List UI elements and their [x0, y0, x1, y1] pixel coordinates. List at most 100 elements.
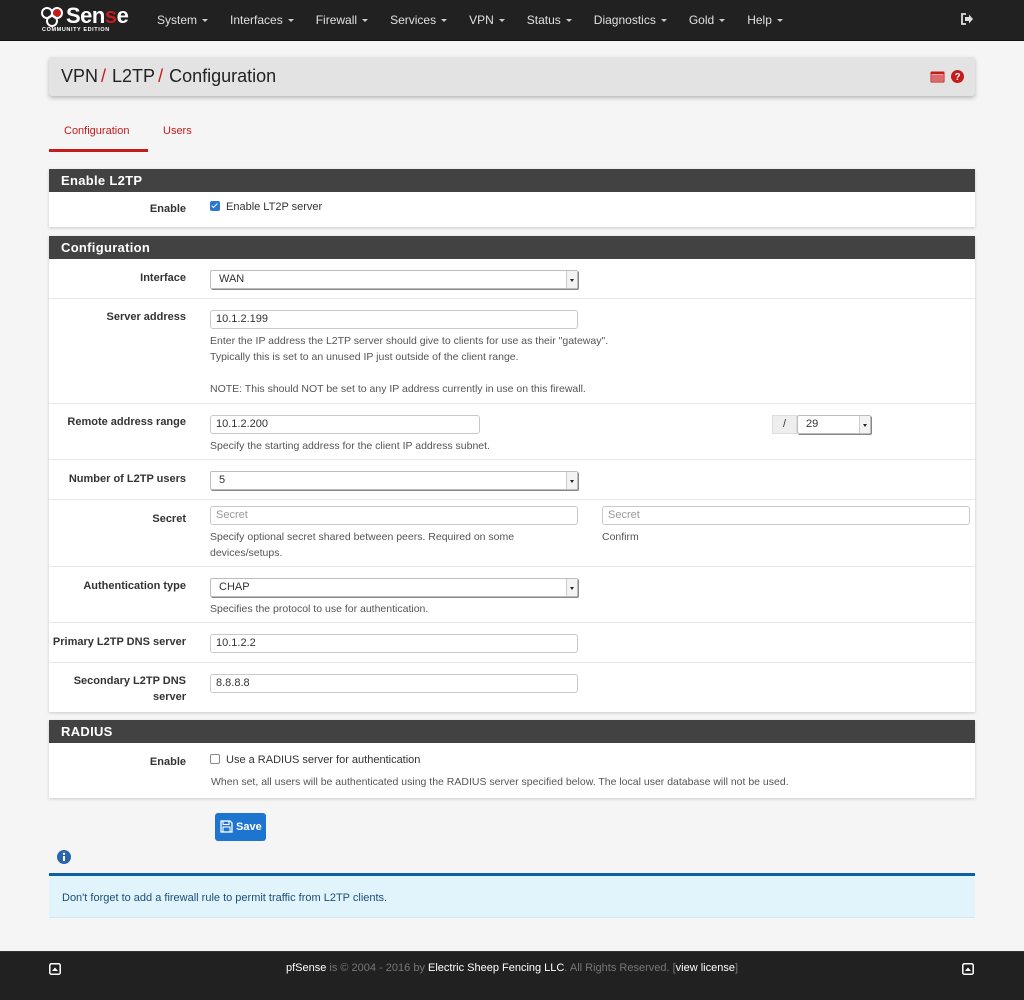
enable-l2tp-checkbox[interactable]: [210, 201, 220, 211]
select-value: 29: [806, 418, 819, 430]
form-row-num-users: Number of L2TP users 5: [49, 460, 975, 500]
panel-heading: RADIUS: [49, 720, 975, 743]
field-label: Number of L2TP users: [68, 473, 186, 485]
breadcrumb-current: Configuration: [169, 66, 277, 86]
logo-rings-icon: [41, 7, 63, 27]
interface-select[interactable]: WAN: [210, 270, 578, 289]
form-row-radius-enable: Enable Use a RADIUS server for authentic…: [49, 743, 975, 798]
enable-l2tp-panel: Enable L2TP Enable Enable LT2P server: [49, 169, 975, 227]
nav-help[interactable]: Help: [736, 0, 794, 40]
save-button[interactable]: Save: [215, 813, 266, 841]
remote-address-input[interactable]: 10.1.2.200: [210, 415, 480, 434]
select-value: WAN: [219, 273, 245, 285]
info-toggle[interactable]: [57, 850, 71, 867]
view-license-link[interactable]: view license: [676, 962, 735, 974]
nav-interfaces[interactable]: Interfaces: [219, 0, 305, 40]
breadcrumb-vpn[interactable]: VPN: [61, 66, 98, 86]
breadcrumb-separator: /: [101, 66, 107, 86]
configuration-panel: Configuration Interface WAN Server addre…: [49, 236, 975, 712]
nav-gold[interactable]: Gold: [678, 0, 736, 40]
field-label: Enable: [149, 203, 186, 215]
pfsense-logo[interactable]: Sense COMMUNITY EDITION: [40, 3, 132, 37]
help-text: devices/setups.: [210, 547, 283, 559]
form-row-server-address: Server address 10.1.2.199 Enter the IP a…: [49, 299, 975, 404]
main-menu: System Interfaces Firewall Services VPN …: [146, 0, 794, 40]
caret-down-icon: [776, 19, 783, 23]
tab-users[interactable]: Users: [148, 118, 207, 152]
help-text: Specifies the protocol to use for authen…: [210, 603, 429, 615]
radius-enable-checkbox[interactable]: [210, 754, 220, 764]
subnet-mask-select[interactable]: 29: [797, 415, 871, 434]
sign-out-icon: [961, 13, 973, 25]
label-line: Secondary L2TP DNS: [73, 675, 186, 687]
subnet-slash-addon: /: [772, 415, 797, 434]
nav-label: Help: [747, 13, 772, 27]
checkbox-label[interactable]: Enable LT2P server: [226, 201, 322, 213]
form-row-dns-primary: Primary L2TP DNS server 10.1.2.2: [49, 623, 975, 663]
form-row-auth-type: Authentication type CHAP Specifies the p…: [49, 567, 975, 623]
nav-status[interactable]: Status: [516, 0, 583, 40]
tab-configuration[interactable]: Configuration: [49, 118, 148, 152]
nav-vpn[interactable]: VPN: [458, 0, 516, 40]
label-line: server: [152, 691, 186, 703]
caret-down-icon: [287, 19, 294, 23]
nav-firewall[interactable]: Firewall: [305, 0, 379, 40]
panel-heading: Configuration: [49, 236, 975, 259]
footer-text: ]: [734, 962, 739, 974]
nav-label: Interfaces: [230, 13, 283, 27]
radius-panel: RADIUS Enable Use a RADIUS server for au…: [49, 720, 975, 798]
logout-button[interactable]: [960, 12, 976, 28]
field-label: Server address: [106, 311, 187, 323]
scroll-top-right-button[interactable]: [962, 963, 974, 978]
dns-secondary-input[interactable]: 8.8.8.8: [210, 674, 578, 693]
logo-wordmark: Sense: [66, 3, 129, 28]
info-circle-icon: [57, 850, 71, 864]
tab-bar: Configuration Users: [49, 118, 207, 152]
server-address-input[interactable]: 10.1.2.199: [210, 310, 578, 329]
caret-down-icon: [660, 19, 667, 23]
breadcrumb-l2tp[interactable]: L2TP: [112, 66, 155, 86]
dropdown-arrow-icon: [566, 472, 577, 489]
nav-diagnostics[interactable]: Diagnostics: [583, 0, 678, 40]
field-label: Authentication type: [83, 580, 186, 592]
save-floppy-icon: [220, 820, 233, 833]
top-navbar: Sense COMMUNITY EDITION System Interface…: [0, 0, 1024, 41]
num-users-select[interactable]: 5: [210, 471, 578, 490]
field-label: Interface: [140, 272, 186, 284]
field-label: Secret: [152, 513, 186, 525]
dropdown-arrow-icon: [566, 579, 577, 596]
logo-edition: COMMUNITY EDITION: [42, 27, 110, 33]
nav-label: Firewall: [315, 13, 358, 27]
select-value: 5: [219, 474, 226, 486]
caret-square-up-icon: [962, 963, 974, 975]
secret-input[interactable]: Secret: [210, 506, 578, 525]
secret-confirm-input[interactable]: Secret: [602, 506, 970, 525]
dropdown-arrow-icon: [859, 416, 870, 433]
checkbox-label[interactable]: Use a RADIUS server for authentication: [226, 754, 420, 766]
form-row-interface: Interface WAN: [49, 259, 975, 299]
log-list-button[interactable]: [930, 71, 945, 86]
nav-system[interactable]: System: [146, 0, 219, 40]
auth-type-select[interactable]: CHAP: [210, 578, 578, 597]
help-text: NOTE: This should NOT be set to any IP a…: [210, 383, 586, 395]
footer-brand: pfSense: [285, 962, 327, 974]
footer-text: . All Rights Reserved. [: [564, 962, 676, 974]
confirm-label: Confirm: [602, 531, 639, 543]
nav-label: Diagnostics: [593, 13, 656, 27]
form-row-secret: Secret Secret Specify optional secret sh…: [49, 500, 975, 567]
nav-label: Status: [526, 13, 561, 27]
help-text: Specify optional secret shared between p…: [210, 531, 515, 543]
help-question-icon: ?: [951, 70, 964, 83]
copyright-text: pfSense is © 2004 - 2016 by Electric She…: [0, 962, 1024, 974]
caret-down-icon: [498, 19, 505, 23]
help-text: Typically this is set to an unused IP ju…: [210, 351, 519, 363]
page-header: VPN / L2TP / Configuration ?: [49, 57, 975, 96]
dns-primary-input[interactable]: 10.1.2.2: [210, 634, 578, 653]
alert-text: Don't forget to add a firewall rule to p…: [62, 892, 388, 904]
nav-services[interactable]: Services: [379, 0, 458, 40]
enable-l2tp-control: Enable LT2P server: [210, 201, 322, 213]
caret-down-icon: [362, 19, 369, 23]
log-list-icon: [930, 71, 945, 82]
nav-label: Services: [390, 13, 437, 27]
help-button[interactable]: ?: [951, 70, 964, 86]
